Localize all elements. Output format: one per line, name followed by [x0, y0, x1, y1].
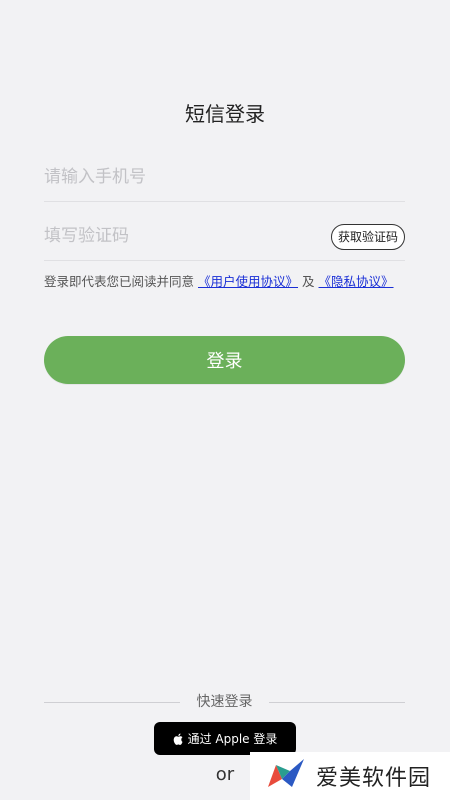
apple-login-label: 通过 Apple 登录 — [187, 732, 278, 746]
login-button[interactable]: 登录 — [44, 336, 405, 384]
privacy-policy-link[interactable]: 《隐私协议》 — [319, 274, 394, 289]
watermark: 爱美软件园 — [250, 752, 450, 800]
user-agreement-link[interactable]: 《用户使用协议》 — [198, 274, 298, 289]
verification-code-input[interactable] — [44, 212, 324, 260]
agreement-prefix: 登录即代表您已阅读并同意 — [44, 274, 195, 289]
agreement-text: 登录即代表您已阅读并同意 《用户使用协议》 及 《隐私协议》 — [44, 271, 405, 292]
phone-input[interactable] — [44, 153, 324, 201]
watermark-logo-icon — [266, 757, 306, 795]
code-field-row: 获取验证码 — [44, 212, 405, 261]
divider-line-right — [269, 702, 405, 703]
phone-field-row — [44, 153, 405, 202]
apple-icon — [173, 733, 183, 745]
agreement-conjunction: 及 — [302, 274, 315, 289]
get-code-button[interactable]: 获取验证码 — [330, 224, 405, 250]
apple-login-button[interactable]: 通过 Apple 登录 — [154, 722, 296, 755]
quick-login-divider: 快速登录 — [44, 692, 405, 712]
page-title: 短信登录 — [185, 102, 265, 126]
watermark-text: 爱美软件园 — [316, 766, 432, 791]
